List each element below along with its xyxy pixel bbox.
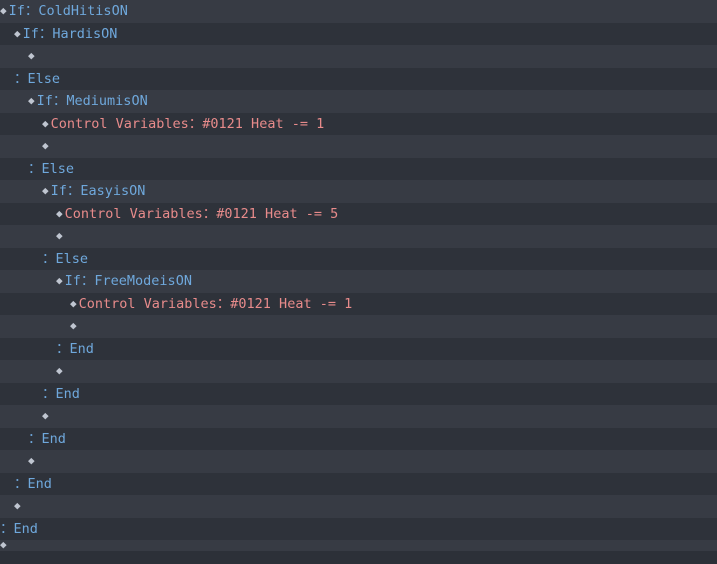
control-variables-text: Control Variables：#0121 Heat -= 1 xyxy=(79,294,353,314)
kw-is: is xyxy=(113,181,129,201)
kw-else: Else xyxy=(28,69,61,89)
kw-on: ON xyxy=(101,24,117,44)
sep-colon: ： xyxy=(28,429,42,449)
sep-colon: ： xyxy=(53,91,67,111)
cmd-empty[interactable]: ◆ xyxy=(0,360,717,383)
sep-colon: ： xyxy=(56,339,70,359)
kw-on: ON xyxy=(131,91,147,111)
event-command-list: ◆If：ColdHit is ON ◆If：Hard is ON ◆ ：Else… xyxy=(0,0,717,551)
sep-colon: ： xyxy=(14,474,28,494)
diamond-icon: ◆ xyxy=(56,228,63,245)
sep-colon: ： xyxy=(25,1,39,21)
diamond-icon: ◆ xyxy=(70,296,77,313)
cmd-if[interactable]: ◆If：Easy is ON xyxy=(0,180,717,203)
cmd-else[interactable]: ：Else xyxy=(0,68,717,91)
cmd-empty[interactable]: ◆ xyxy=(0,540,717,551)
cmd-end[interactable]: ：End xyxy=(0,428,717,451)
cmd-empty[interactable]: ◆ xyxy=(0,45,717,68)
diamond-icon: ◆ xyxy=(0,540,7,551)
sep-colon: ： xyxy=(81,271,95,291)
cmd-empty[interactable]: ◆ xyxy=(0,495,717,518)
kw-end: End xyxy=(28,474,52,494)
kw-end: End xyxy=(56,384,80,404)
switch-name: Medium xyxy=(66,91,115,111)
diamond-icon: ◆ xyxy=(14,26,21,43)
sep-colon: ： xyxy=(14,69,28,89)
switch-name: FreeMode xyxy=(94,271,159,291)
diamond-icon: ◆ xyxy=(28,93,35,110)
sep-colon: ： xyxy=(28,159,42,179)
cmd-else[interactable]: ：Else xyxy=(0,248,717,271)
diamond-icon: ◆ xyxy=(14,498,21,515)
sep-colon: ： xyxy=(39,24,53,44)
cmd-empty[interactable]: ◆ xyxy=(0,135,717,158)
kw-if: If xyxy=(51,181,67,201)
diamond-icon: ◆ xyxy=(28,48,35,65)
cmd-if[interactable]: ◆If：Hard is ON xyxy=(0,23,717,46)
diamond-icon: ◆ xyxy=(56,206,63,223)
kw-else: Else xyxy=(42,159,75,179)
kw-on: ON xyxy=(129,181,145,201)
kw-end: End xyxy=(70,339,94,359)
kw-on: ON xyxy=(176,271,192,291)
diamond-icon: ◆ xyxy=(70,318,77,335)
cmd-control-variables[interactable]: ◆Control Variables：#0121 Heat -= 1 xyxy=(0,113,717,136)
cmd-if[interactable]: ◆If：ColdHit is ON xyxy=(0,0,717,23)
kw-if: If xyxy=(65,271,81,291)
cmd-end[interactable]: ：End xyxy=(0,383,717,406)
kw-if: If xyxy=(23,24,39,44)
switch-name: Hard xyxy=(52,24,85,44)
diamond-icon: ◆ xyxy=(56,273,63,290)
cmd-control-variables[interactable]: ◆Control Variables：#0121 Heat -= 1 xyxy=(0,293,717,316)
cmd-control-variables[interactable]: ◆Control Variables：#0121 Heat -= 5 xyxy=(0,203,717,226)
diamond-icon: ◆ xyxy=(42,116,49,133)
kw-if: If xyxy=(9,1,25,21)
kw-else: Else xyxy=(56,249,89,269)
diamond-icon: ◆ xyxy=(28,453,35,470)
kw-is: is xyxy=(115,91,131,111)
cmd-end[interactable]: ：End xyxy=(0,473,717,496)
cmd-end[interactable]: ：End xyxy=(0,518,717,541)
kw-end: End xyxy=(14,519,38,539)
diamond-icon: ◆ xyxy=(56,363,63,380)
diamond-icon: ◆ xyxy=(42,183,49,200)
sep-colon: ： xyxy=(67,181,81,201)
diamond-icon: ◆ xyxy=(42,138,49,155)
switch-name: Easy xyxy=(80,181,113,201)
control-variables-text: Control Variables：#0121 Heat -= 5 xyxy=(65,204,339,224)
cmd-empty[interactable]: ◆ xyxy=(0,405,717,428)
kw-is: is xyxy=(85,24,101,44)
kw-on: ON xyxy=(112,1,128,21)
diamond-icon: ◆ xyxy=(42,408,49,425)
cmd-if[interactable]: ◆If：FreeMode is ON xyxy=(0,270,717,293)
kw-is: is xyxy=(95,1,111,21)
sep-colon: ： xyxy=(0,519,14,539)
switch-name: ColdHit xyxy=(38,1,95,21)
cmd-end[interactable]: ：End xyxy=(0,338,717,361)
cmd-empty[interactable]: ◆ xyxy=(0,225,717,248)
sep-colon: ： xyxy=(42,384,56,404)
kw-end: End xyxy=(42,429,66,449)
sep-colon: ： xyxy=(42,249,56,269)
cmd-if[interactable]: ◆If：Medium is ON xyxy=(0,90,717,113)
cmd-empty[interactable]: ◆ xyxy=(0,315,717,338)
diamond-icon: ◆ xyxy=(0,3,7,20)
cmd-empty[interactable]: ◆ xyxy=(0,450,717,473)
control-variables-text: Control Variables：#0121 Heat -= 1 xyxy=(51,114,325,134)
cmd-else[interactable]: ：Else xyxy=(0,158,717,181)
kw-if: If xyxy=(37,91,53,111)
kw-is: is xyxy=(159,271,175,291)
